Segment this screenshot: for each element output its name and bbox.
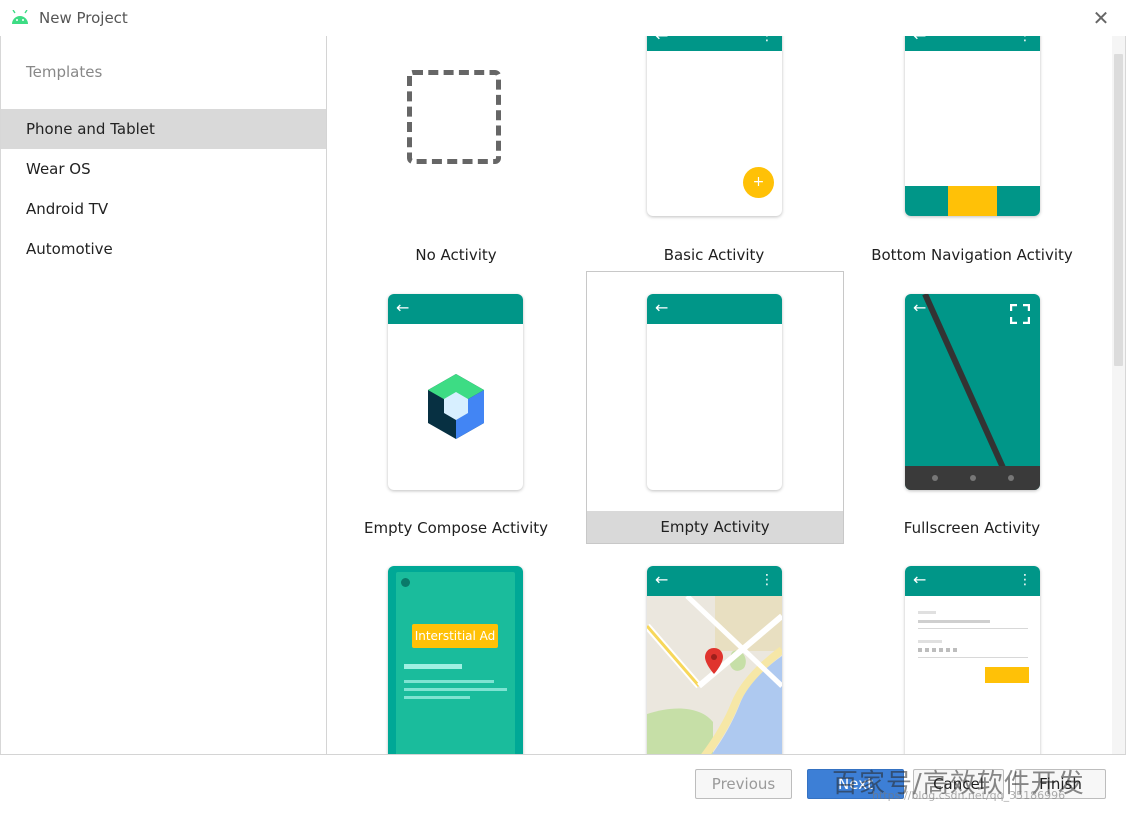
template-interstitial-ad[interactable]: Interstitial Ad [327, 544, 585, 754]
app-bar: ← ⋮ [647, 566, 782, 596]
field-hint [918, 640, 942, 643]
vertical-scrollbar[interactable] [1112, 36, 1125, 754]
login-button-preview [985, 667, 1029, 683]
overflow-menu-icon: ⋮ [760, 36, 774, 44]
jetpack-compose-icon [428, 374, 484, 439]
overflow-menu-icon: ⋮ [1018, 36, 1032, 44]
bottom-nav-selected [948, 186, 997, 216]
app-bar: ← ⋮ [647, 36, 782, 51]
template-label: Empty Compose Activity [363, 519, 548, 537]
dashed-placeholder-icon [407, 70, 501, 164]
phone-preview: ← ⋮ [905, 566, 1040, 754]
app-bar: ← ⋮ [905, 36, 1040, 51]
overflow-menu-icon: ⋮ [1018, 572, 1032, 588]
nav-dot-icon [1008, 475, 1014, 481]
back-arrow-icon: ← [655, 298, 669, 317]
sidebar-item-phone-and-tablet[interactable]: Phone and Tablet [1, 109, 326, 149]
field-underline [918, 657, 1028, 658]
fullscreen-icon [1010, 304, 1030, 324]
template-empty-activity[interactable]: ← Empty Activity [586, 271, 844, 544]
field-underline [918, 628, 1028, 629]
fab-icon: + [743, 167, 774, 198]
sidebar-heading: Templates [26, 63, 103, 81]
back-arrow-icon: ← [396, 298, 410, 317]
ad-panel: Interstitial Ad [396, 572, 515, 754]
app-bar: ← [647, 294, 782, 324]
template-label: Fullscreen Activity [903, 519, 1041, 537]
ad-close-icon [401, 578, 410, 587]
android-icon [12, 10, 28, 24]
template-bottom-navigation-activity[interactable]: ← ⋮ Bottom Navigation Activity [843, 36, 1101, 308]
text-line [404, 688, 507, 691]
phone-preview: ← [388, 294, 523, 490]
window-title: New Project [39, 9, 128, 27]
template-no-activity[interactable]: No Activity [327, 36, 585, 308]
cancel-button[interactable]: Cancel [913, 769, 1004, 799]
phone-preview: ← ⋮ [647, 566, 782, 754]
text-line [404, 696, 470, 699]
scrollbar-thumb[interactable] [1114, 54, 1123, 366]
sidebar: Templates Phone and Tablet Wear OS Andro… [1, 36, 327, 754]
back-arrow-icon: ← [655, 570, 669, 589]
field-value [918, 620, 990, 623]
sidebar-item-android-tv[interactable]: Android TV [1, 189, 326, 229]
finish-button[interactable]: Finish [1015, 769, 1106, 799]
template-label: Empty Activity [587, 511, 843, 543]
text-line [404, 680, 494, 683]
phone-preview: ← [647, 294, 782, 490]
template-empty-compose-activity[interactable]: ← Empty Compose Activity [327, 272, 585, 544]
sidebar-item-automotive[interactable]: Automotive [1, 229, 326, 269]
template-grid: No Activity ← ⋮ + Basic Activity ← ⋮ Bot… [327, 36, 1112, 754]
phone-preview: ← ⋮ [905, 36, 1040, 216]
next-button[interactable]: Next [807, 769, 904, 799]
text-line [404, 664, 462, 669]
field-hint [918, 611, 936, 614]
template-google-maps[interactable]: ← ⋮ [585, 544, 843, 754]
previous-button[interactable]: Previous [695, 769, 792, 799]
template-label: Bottom Navigation Activity [871, 246, 1073, 264]
app-bar: ← ⋮ [905, 566, 1040, 596]
nav-dot-icon [932, 475, 938, 481]
phone-preview: ← ⋮ + [647, 36, 782, 216]
phone-preview: ← [905, 294, 1040, 490]
nav-dot-icon [970, 475, 976, 481]
back-arrow-icon: ← [913, 36, 926, 46]
template-login-activity[interactable]: ← ⋮ [843, 544, 1101, 754]
close-icon[interactable]: ✕ [1090, 7, 1112, 29]
template-fullscreen-activity[interactable]: ← Fullscreen Activity [843, 272, 1101, 544]
back-arrow-icon: ← [655, 36, 668, 46]
bottom-nav-bar [905, 186, 1040, 216]
back-arrow-icon: ← [913, 570, 927, 589]
sidebar-item-wear-os[interactable]: Wear OS [1, 149, 326, 189]
phone-preview: Interstitial Ad [388, 566, 523, 754]
password-dots [918, 648, 958, 652]
system-nav-bar [905, 466, 1040, 490]
template-label: No Activity [415, 246, 497, 264]
back-arrow-icon: ← [913, 298, 927, 317]
app-bar: ← [388, 294, 523, 324]
template-basic-activity[interactable]: ← ⋮ + Basic Activity [585, 36, 843, 308]
title-bar: New Project ✕ [0, 0, 1126, 37]
overflow-menu-icon: ⋮ [760, 572, 774, 588]
map-preview-icon [647, 596, 782, 754]
button-bar: Previous Next Cancel Finish [0, 754, 1126, 813]
interstitial-ad-badge: Interstitial Ad [412, 624, 498, 648]
template-label: Basic Activity [663, 246, 765, 264]
